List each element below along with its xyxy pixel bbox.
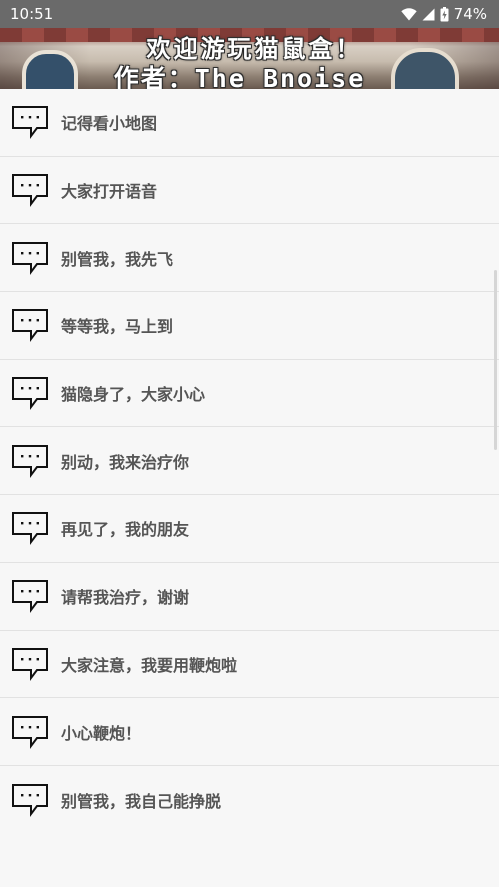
list-item-label: 别管我，我自己能挣脱 [61,791,222,811]
list-item-label: 小心鞭炮！ [61,723,142,743]
message-icon [12,647,48,681]
battery-icon [440,6,449,21]
list-item[interactable]: 请帮我治疗，谢谢 [0,563,499,631]
message-icon [12,512,48,546]
list-item[interactable]: 大家打开语音 [0,157,499,225]
list-item[interactable]: 小心鞭炮！ [0,698,499,766]
list-item[interactable]: 大家注意，我要用鞭炮啦 [0,631,499,699]
list-item-label: 再见了，我的朋友 [61,520,190,540]
list-item-label: 记得看小地图 [61,114,158,134]
message-icon [12,106,48,140]
status-bar: 10:51 74% [0,0,499,28]
list-item-label: 大家注意，我要用鞭炮啦 [61,655,238,675]
list-item[interactable]: 别管我，我先飞 [0,224,499,293]
wifi-icon [400,7,417,21]
phrase-list: 记得看小地图 大家打开语音 别管我，我先飞 等等我，马上到 猫隐身了，大家小心 … [0,89,499,834]
list-item-label: 别管我，我先飞 [61,249,174,269]
list-item-label: 请帮我治疗，谢谢 [61,588,190,608]
message-icon [12,715,48,749]
list-item[interactable]: 等等我，马上到 [0,292,499,360]
list-item[interactable]: 猫隐身了，大家小心 [0,360,499,428]
message-icon [12,174,48,208]
list-item-label: 等等我，马上到 [61,317,174,337]
message-icon [12,377,48,411]
list-item-label: 猫隐身了，大家小心 [61,385,206,405]
header-banner: 欢迎游玩猫鼠盒！ 作者：The_Bnoise [0,28,499,89]
cell-signal-icon [422,8,435,20]
status-icons: 74% [400,5,487,23]
list-item[interactable]: 别动，我来治疗你 [0,427,499,496]
list-item[interactable]: 再见了，我的朋友 [0,495,499,563]
scrollbar[interactable] [494,270,497,450]
list-item[interactable]: 别管我，我自己能挣脱 [0,766,499,834]
message-icon [12,580,48,614]
list-item-label: 大家打开语音 [61,182,158,202]
status-time: 10:51 [10,5,54,23]
battery-percent: 74% [453,5,487,23]
message-icon [12,309,48,343]
message-icon [12,241,48,275]
list-item-label: 别动，我来治疗你 [61,452,190,472]
message-icon [12,444,48,478]
message-icon [12,783,48,817]
banner-author: 作者：The_Bnoise [113,64,366,89]
list-item[interactable]: 记得看小地图 [0,89,499,157]
